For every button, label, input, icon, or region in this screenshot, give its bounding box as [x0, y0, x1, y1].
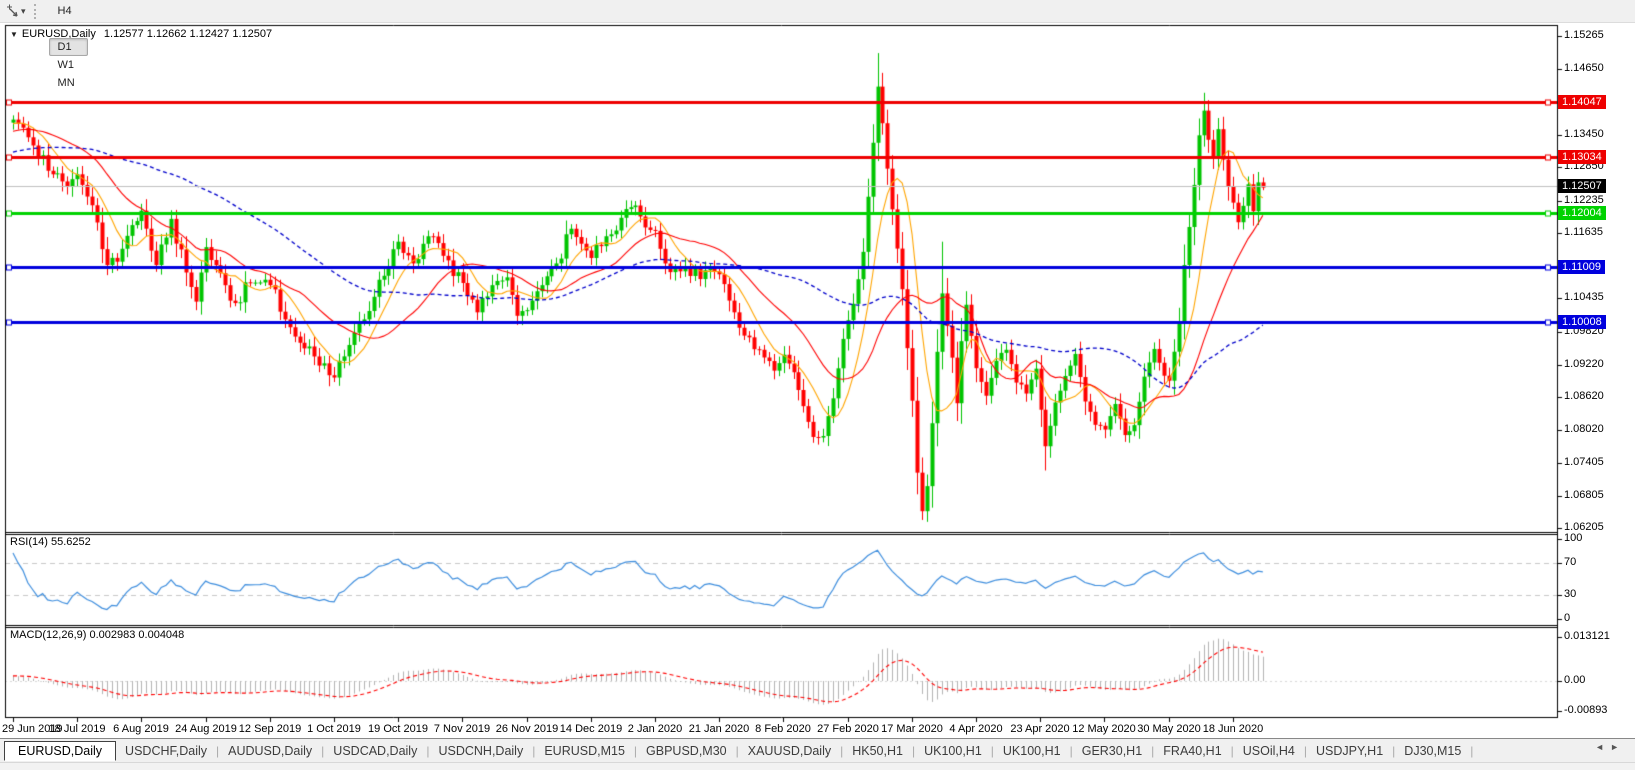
- tab-uk100-h1[interactable]: UK100,H1: [994, 744, 1070, 758]
- date-tick-label: 21 Jan 2020: [688, 723, 750, 735]
- chevron-down-icon[interactable]: ▾: [21, 6, 26, 17]
- date-tick-label: 8 Feb 2020: [755, 723, 811, 735]
- timeframe-button-mn[interactable]: MN: [49, 74, 88, 92]
- date-tick-label: 7 Nov 2019: [433, 723, 491, 735]
- date-tick-label: 6 Aug 2019: [113, 723, 169, 735]
- date-tick-label: 30 May 2020: [1137, 723, 1201, 735]
- macd-tick-label: -0.00893: [1564, 703, 1608, 716]
- toolbar-grip-handle[interactable]: [33, 3, 40, 19]
- date-tick-label: 23 Apr 2020: [1010, 723, 1070, 735]
- price-tick-label: 1.07405: [1564, 456, 1604, 469]
- tab-usdcad-daily[interactable]: USDCAD,Daily: [324, 744, 426, 758]
- date-tick-label: 17 Mar 2020: [881, 723, 943, 735]
- tab-fra40-h1[interactable]: FRA40,H1: [1154, 744, 1230, 758]
- date-tick-label: 19 Oct 2019: [368, 723, 428, 735]
- tab-xauusd-daily[interactable]: XAUUSD,Daily: [739, 744, 840, 758]
- date-tick-label: 12 Sep 2019: [238, 723, 302, 735]
- tab-audusd-daily[interactable]: AUDUSD,Daily: [219, 744, 321, 758]
- tab-ger30-h1[interactable]: GER30,H1: [1073, 744, 1151, 758]
- collapse-arrow-icon[interactable]: ▼: [10, 30, 18, 39]
- tab-scroll-arrows: ◄►: [1595, 742, 1625, 752]
- crosshair-tool-icon[interactable]: [5, 4, 19, 18]
- timeframe-button-d1[interactable]: D1: [48, 38, 88, 56]
- macd-tick-label: 0.013121: [1564, 629, 1610, 642]
- timeframe-buttons-group: M1M5M15M30H1H4D1W1MN: [48, 0, 89, 110]
- price-tick-label: 1.15265: [1564, 28, 1604, 41]
- price-tick-label: 1.12235: [1564, 193, 1604, 206]
- timeframe-button-h4[interactable]: H4: [49, 2, 88, 20]
- price-level-badge: 1.13034: [1558, 150, 1606, 165]
- timeframe-toolbar: ▾ M1M5M15M30H1H4D1W1MN: [0, 0, 1635, 89]
- current-price-badge: 1.12507: [1558, 178, 1606, 193]
- price-level-badge: 1.11009: [1558, 260, 1605, 275]
- rsi-tick-label: 30: [1564, 588, 1577, 600]
- tab-usdchf-daily[interactable]: USDCHF,Daily: [116, 744, 216, 758]
- price-level-badge: 1.12004: [1558, 206, 1606, 221]
- price-tick-label: 1.09220: [1564, 357, 1604, 370]
- date-tick-label: 26 Nov 2019: [495, 723, 559, 735]
- date-tick-label: 24 Aug 2019: [175, 723, 237, 735]
- tab-uk100-h1[interactable]: UK100,H1: [915, 744, 991, 758]
- date-tick-label: 4 Apr 2020: [949, 723, 1003, 735]
- chart-ohlc-values: 1.12577 1.12662 1.12427 1.12507: [103, 28, 273, 40]
- price-tick-label: 1.08020: [1564, 422, 1604, 435]
- price-level-badge: 1.14047: [1558, 95, 1606, 110]
- date-tick-label: 18 Jul 2019: [48, 723, 106, 735]
- tab-eurusd-daily[interactable]: EURUSD,Daily: [4, 740, 117, 761]
- date-tick-label: 18 Jun 2020: [1202, 723, 1264, 735]
- date-tick-label: 1 Oct 2019: [307, 723, 361, 735]
- date-tick-label: 2 Jan 2020: [627, 723, 683, 735]
- price-chart-canvas[interactable]: [0, 0, 1635, 769]
- tab-usoil-h4[interactable]: USOil,H4: [1234, 744, 1304, 758]
- tab-scroll-left-icon[interactable]: ◄: [1595, 742, 1610, 752]
- price-level-badge: 1.10008: [1558, 314, 1606, 329]
- tab-gbpusd-m30[interactable]: GBPUSD,M30: [637, 744, 736, 758]
- tab-scroll-right-icon[interactable]: ►: [1610, 742, 1625, 752]
- price-tick-label: 1.13450: [1564, 127, 1604, 140]
- timeframe-button-w1[interactable]: W1: [49, 56, 88, 74]
- price-tick-label: 1.06805: [1564, 488, 1604, 501]
- tab-separator: |: [1470, 743, 1474, 758]
- date-tick-label: 14 Dec 2019: [559, 723, 623, 735]
- rsi-tick-label: 0: [1564, 612, 1571, 624]
- chart-tab-bar: EURUSD,Daily USDCHF,Daily | AUDUSD,Daily | US…: [0, 738, 1635, 762]
- rsi-tick-label: 100: [1564, 532, 1583, 544]
- tab-usdjpy-h1[interactable]: USDJPY,H1: [1307, 744, 1392, 758]
- tab-usdcnh-daily[interactable]: USDCNH,Daily: [429, 744, 532, 758]
- date-tick-label: 12 May 2020: [1072, 723, 1136, 735]
- macd-tick-label: 0.00: [1564, 674, 1586, 686]
- rsi-tick-label: 70: [1564, 556, 1577, 568]
- rsi-indicator-label: RSI(14) 55.6252: [10, 536, 91, 548]
- date-tick-label: 27 Feb 2020: [817, 723, 879, 735]
- price-tick-label: 1.08620: [1564, 390, 1604, 403]
- tab-dj30-m15[interactable]: DJ30,M15: [1395, 744, 1470, 758]
- price-tick-label: 1.10435: [1564, 291, 1604, 304]
- price-tick-label: 1.11635: [1564, 226, 1603, 239]
- price-tick-label: 1.14650: [1564, 62, 1604, 75]
- tab-hk50-h1[interactable]: HK50,H1: [843, 744, 912, 758]
- tab-eurusd-m15[interactable]: EURUSD,M15: [535, 744, 634, 758]
- macd-indicator-label: MACD(12,26,9) 0.002983 0.004048: [10, 629, 185, 641]
